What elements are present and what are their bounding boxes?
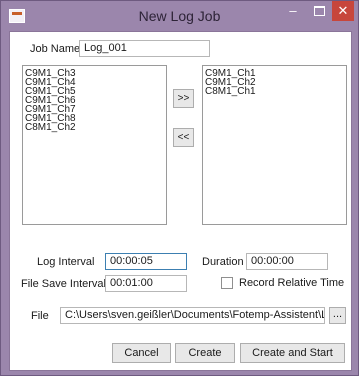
cancel-button[interactable]: Cancel — [112, 343, 171, 363]
log-interval-label: Log Interval — [37, 256, 95, 268]
available-channels-list[interactable]: C9M1_Ch3 C9M1_Ch4 C9M1_Ch5 C9M1_Ch6 C9M1_Ch7… — [22, 65, 167, 225]
log-interval-input[interactable]: 00:00:05 — [105, 253, 187, 270]
title-bar[interactable]: New Log Job – ✕ — [1, 1, 358, 31]
record-relative-time-label: Record Relative Time — [239, 277, 345, 289]
window-frame: New Log Job – ✕ Job Name Log_001 C9M1_Ch… — [0, 0, 359, 376]
add-channel-button[interactable]: >> — [173, 89, 194, 108]
channel-list-item[interactable]: C8M1_Ch1 — [205, 87, 344, 97]
maximize-button[interactable] — [306, 1, 332, 21]
create-button[interactable]: Create — [175, 343, 235, 363]
close-button[interactable]: ✕ — [332, 1, 354, 21]
selected-channels-list[interactable]: C9M1_Ch1 C9M1_Ch2 C8M1_Ch1 — [202, 65, 347, 225]
file-save-interval-input[interactable]: 00:01:00 — [105, 275, 187, 292]
minimize-button[interactable]: – — [280, 1, 306, 21]
file-path-input[interactable]: C:\Users\sven.geißler\Documents\Fotemp-A… — [60, 307, 325, 324]
browse-button[interactable]: ... — [329, 307, 346, 324]
remove-channel-button[interactable]: << — [173, 128, 194, 147]
channel-list-item[interactable]: C8M1_Ch2 — [25, 123, 164, 133]
job-name-label: Job Name — [30, 43, 81, 55]
duration-input[interactable]: 00:00:00 — [246, 253, 328, 270]
job-name-input[interactable]: Log_001 — [79, 40, 210, 57]
record-relative-time-checkbox[interactable] — [221, 277, 233, 289]
maximize-icon — [313, 5, 325, 16]
duration-label: Duration — [202, 256, 244, 268]
file-save-interval-label: File Save Interval — [21, 278, 106, 290]
create-and-start-button[interactable]: Create and Start — [240, 343, 345, 363]
file-label: File — [31, 310, 49, 322]
dialog-body: Job Name Log_001 C9M1_Ch3 C9M1_Ch4 C9M1_Ch… — [9, 31, 352, 371]
